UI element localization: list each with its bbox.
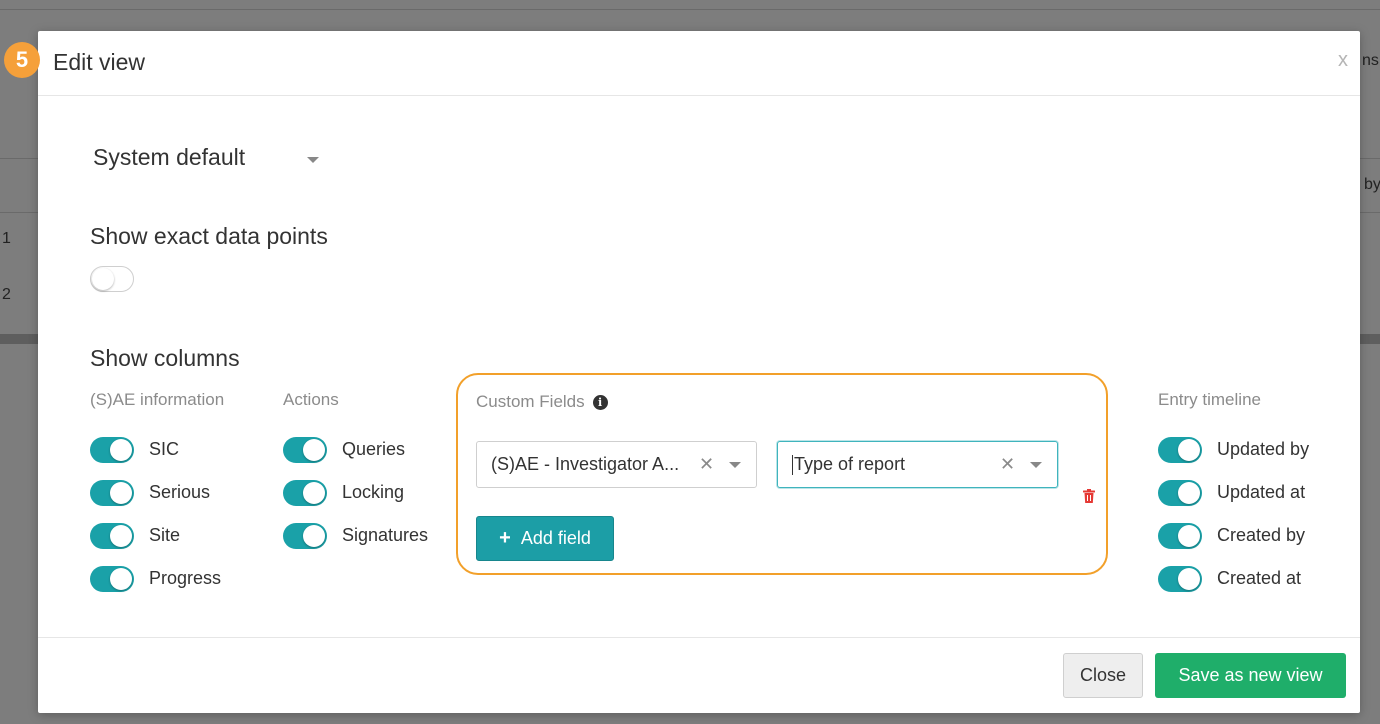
trash-icon[interactable] xyxy=(1082,489,1096,503)
toggle-switch[interactable] xyxy=(1158,479,1202,506)
bg-row-number: 1 xyxy=(2,230,11,247)
view-select-value: System default xyxy=(93,144,246,170)
add-field-button[interactable]: + Add field xyxy=(476,516,614,561)
toggle-switch[interactable] xyxy=(90,436,134,463)
modal-footer: Close Save as new view xyxy=(38,637,1360,713)
select-value: (S)AE - Investigator A... xyxy=(491,454,680,474)
column-label: Created by xyxy=(1217,525,1306,545)
toggle-switch[interactable] xyxy=(90,266,134,292)
actions-header: Actions xyxy=(283,390,339,409)
add-field-label: Add field xyxy=(520,528,591,548)
sae-information-header: (S)AE information xyxy=(90,390,225,409)
exact-data-points-label: Show exact data points xyxy=(90,223,328,249)
chevron-down-icon[interactable] xyxy=(1030,462,1042,468)
actions-group: Actions Queries Locking Signatures xyxy=(283,390,428,557)
column-label: Created at xyxy=(1217,568,1302,588)
column-label: Locking xyxy=(342,482,405,502)
select-value: Type of report xyxy=(794,454,906,474)
bg-header-text: ns xyxy=(1362,52,1379,69)
bg-divider xyxy=(0,9,1380,10)
column-label: Updated at xyxy=(1217,482,1306,502)
custom-field-select-1[interactable]: (S)AE - Investigator A... ✕ xyxy=(476,441,757,488)
show-columns-title: Show columns xyxy=(90,345,240,371)
modal-title: Edit view xyxy=(53,49,146,75)
toggle-knob xyxy=(1178,524,1200,547)
toggle-knob xyxy=(303,438,325,461)
column-toggle-updated-at[interactable]: Updated at xyxy=(1158,471,1309,514)
edit-view-modal: Edit view x System default Show exact da… xyxy=(38,31,1360,713)
column-label: SIC xyxy=(149,439,180,459)
exact-data-points-toggle[interactable] xyxy=(90,266,134,297)
column-label: Serious xyxy=(149,482,211,502)
column-toggle-updated-by[interactable]: Updated by xyxy=(1158,428,1309,471)
clear-icon[interactable]: ✕ xyxy=(699,454,714,475)
column-toggle-created-by[interactable]: Created by xyxy=(1158,514,1309,557)
column-toggle-serious[interactable]: Serious xyxy=(90,471,224,514)
toggle-switch[interactable] xyxy=(90,522,134,549)
column-toggle-sic[interactable]: SIC xyxy=(90,428,224,471)
text-cursor xyxy=(792,454,793,475)
toggle-knob xyxy=(110,567,132,590)
column-toggle-site[interactable]: Site xyxy=(90,514,224,557)
column-label: Signatures xyxy=(342,525,429,545)
column-label: Site xyxy=(149,525,181,545)
view-select[interactable]: System default xyxy=(93,144,320,171)
bg-row-number: 2 xyxy=(2,286,11,303)
info-icon[interactable]: i xyxy=(592,394,608,410)
toggle-switch[interactable] xyxy=(1158,565,1202,592)
modal-header: Edit view x xyxy=(38,31,1360,96)
entry-timeline-group: Entry timeline Updated by Updated at Cre… xyxy=(1158,390,1309,600)
chevron-down-icon xyxy=(307,156,320,163)
toggle-switch[interactable] xyxy=(90,479,134,506)
toggle-knob xyxy=(1178,438,1200,461)
entry-timeline-header: Entry timeline xyxy=(1158,390,1261,409)
toggle-knob xyxy=(1178,567,1200,590)
custom-fields-label: Custom Fields xyxy=(476,392,585,411)
chevron-down-icon[interactable] xyxy=(729,462,741,468)
close-icon[interactable]: x xyxy=(1338,49,1348,72)
toggle-switch[interactable] xyxy=(283,479,327,506)
toggle-knob xyxy=(110,438,132,461)
sae-information-group: (S)AE information SIC Serious Site Progr… xyxy=(90,390,224,600)
toggle-switch[interactable] xyxy=(90,565,134,592)
column-toggle-locking[interactable]: Locking xyxy=(283,471,428,514)
column-toggle-created-at[interactable]: Created at xyxy=(1158,557,1309,600)
column-toggle-queries[interactable]: Queries xyxy=(283,428,428,471)
bg-column-text: by xyxy=(1364,176,1380,193)
close-button[interactable]: Close xyxy=(1063,653,1143,698)
toggle-knob xyxy=(303,481,325,504)
toggle-switch[interactable] xyxy=(1158,522,1202,549)
toggle-knob xyxy=(110,481,132,504)
column-label: Queries xyxy=(342,439,406,459)
custom-fields-header: Custom Fields i xyxy=(476,392,608,412)
toggle-switch[interactable] xyxy=(283,436,327,463)
toggle-knob xyxy=(110,524,132,547)
plus-icon: + xyxy=(499,527,511,549)
column-toggle-signatures[interactable]: Signatures xyxy=(283,514,428,557)
toggle-knob xyxy=(303,524,325,547)
toggle-knob xyxy=(1178,481,1200,504)
column-toggle-progress[interactable]: Progress xyxy=(90,557,224,600)
custom-field-select-2[interactable]: Type of report ✕ xyxy=(777,441,1058,488)
step-badge: 5 xyxy=(4,42,40,78)
toggle-switch[interactable] xyxy=(283,522,327,549)
toggle-knob xyxy=(92,268,114,290)
save-as-new-view-button[interactable]: Save as new view xyxy=(1155,653,1346,698)
toggle-switch[interactable] xyxy=(1158,436,1202,463)
column-label: Progress xyxy=(149,568,222,588)
column-label: Updated by xyxy=(1217,439,1310,459)
clear-icon[interactable]: ✕ xyxy=(1000,454,1015,475)
